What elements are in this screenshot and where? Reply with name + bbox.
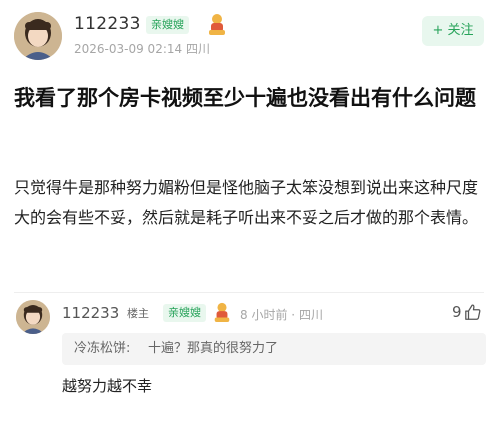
author-avatar[interactable] xyxy=(14,12,62,60)
quote-text: 十遍？那真的很努力了 xyxy=(148,341,279,356)
post-meta: 2026-03-09 02:14 四川 xyxy=(74,40,210,57)
fan-badge: 亲嫂嫂 xyxy=(146,16,189,34)
thumbs-up-icon xyxy=(464,303,482,321)
mascot-icon xyxy=(212,301,232,323)
commenter-badge: 亲嫂嫂 xyxy=(163,304,206,322)
like-count: 9 xyxy=(452,303,462,321)
quoted-comment[interactable]: 冷冻松饼: 十遍？那真的很努力了 xyxy=(62,333,486,365)
comment-meta: 8 小时前 · 四川 xyxy=(240,306,323,323)
divider xyxy=(14,292,484,293)
like-button[interactable]: 9 xyxy=(452,303,482,321)
commenter-name[interactable]: 112233 xyxy=(62,304,119,322)
commenter-avatar[interactable] xyxy=(16,300,50,334)
mascot-icon xyxy=(206,12,228,36)
meta-separator: · xyxy=(291,308,296,322)
post-title: 我看了那个房卡视频至少十遍也没看出有什么问题 xyxy=(14,86,476,110)
post-header: 112233 亲嫂嫂 2026-03-09 02:14 四川 + 关注 xyxy=(0,0,500,70)
author-name[interactable]: 112233 xyxy=(74,14,141,34)
quote-author: 冷冻松饼: xyxy=(74,341,131,356)
comment-time: 8 小时前 xyxy=(240,308,288,322)
post-location: 四川 xyxy=(185,42,210,56)
comment-location: 四川 xyxy=(298,308,323,322)
op-tag: 楼主 xyxy=(127,307,149,320)
post-timestamp: 2026-03-09 02:14 xyxy=(74,42,183,56)
post-body: 只觉得牛是那种努力媚粉但是怪他脑子太笨没想到说出来这种尺度大的会有些不妥，然后就… xyxy=(14,178,479,227)
follow-button[interactable]: + 关注 xyxy=(422,16,484,46)
reply-text: 越努力越不幸 xyxy=(62,377,153,395)
